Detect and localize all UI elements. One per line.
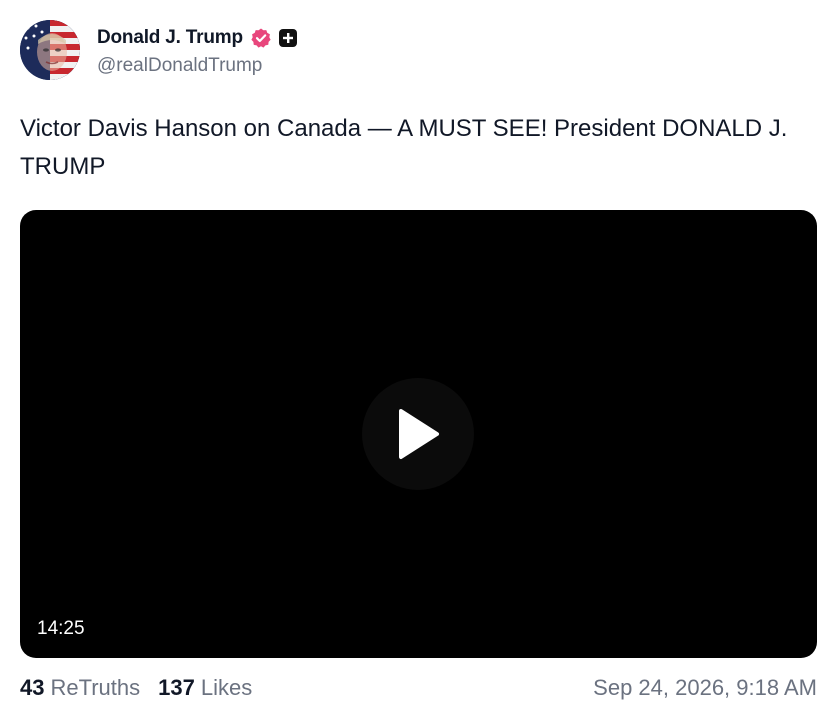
post-text: Victor Davis Hanson on Canada — A MUST S… xyxy=(20,115,788,180)
author-display-name[interactable]: Donald J. Trump xyxy=(97,27,243,49)
verified-badge-icon xyxy=(250,27,272,49)
author-block: Donald J. Trump @realDonaldTrump xyxy=(97,20,298,77)
post-timestamp[interactable]: Sep 24, 2026, 9:18 AM xyxy=(593,675,817,701)
play-icon xyxy=(399,409,439,459)
name-row: Donald J. Trump xyxy=(97,25,298,51)
post-card: Donald J. Trump @realDonaldTrump Victor … xyxy=(0,0,840,726)
likes-stat[interactable]: 137 Likes xyxy=(158,675,252,701)
likes-count: 137 xyxy=(158,675,195,700)
video-player[interactable]: 14:25 xyxy=(20,210,817,658)
video-duration: 14:25 xyxy=(37,618,85,639)
plus-badge-icon xyxy=(278,28,298,48)
retruths-label: ReTruths xyxy=(50,675,141,700)
avatar[interactable] xyxy=(20,20,80,80)
post-header: Donald J. Trump @realDonaldTrump xyxy=(20,20,298,84)
author-handle[interactable]: @realDonaldTrump xyxy=(97,55,298,77)
likes-label: Likes xyxy=(200,675,253,700)
retruths-stat[interactable]: 43 ReTruths xyxy=(20,675,140,701)
post-footer: 43 ReTruths 137 Likes Sep 24, 2026, 9:18… xyxy=(20,672,817,704)
avatar-image xyxy=(20,20,80,80)
retruths-count: 43 xyxy=(20,675,45,700)
play-button[interactable] xyxy=(362,378,474,490)
